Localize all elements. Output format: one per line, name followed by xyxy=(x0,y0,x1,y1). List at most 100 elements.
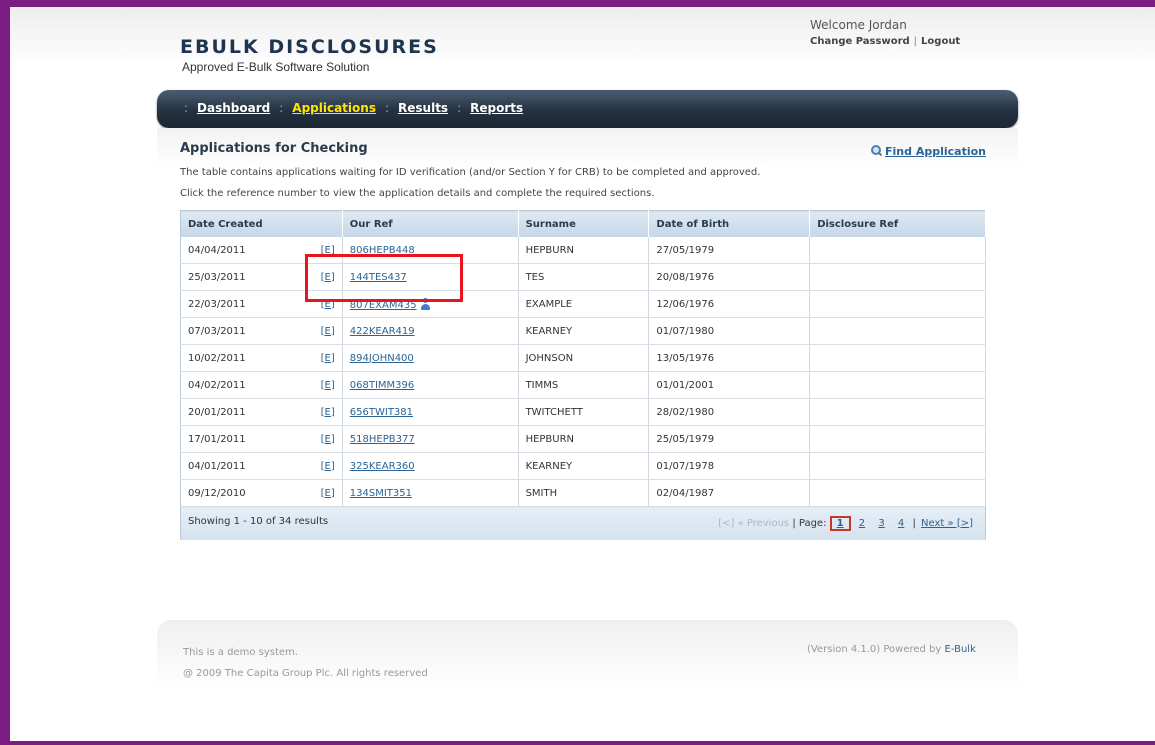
nav-applications[interactable]: Applications xyxy=(292,101,376,115)
edit-link[interactable]: [E] xyxy=(321,488,335,499)
date-created-cell: 10/02/2011 [E] xyxy=(180,344,343,372)
pagination: [<] « Previous | Page: 1 2 3 4 | Next » … xyxy=(718,515,973,531)
description-line-2: Click the reference number to view the a… xyxy=(180,188,655,199)
table-row: 09/12/2010 [E] 134SMIT351 SMITH 02/04/1987 xyxy=(180,479,986,507)
date-of-birth-cell: 13/05/1976 xyxy=(648,344,811,372)
col-our-ref[interactable]: Our Ref xyxy=(342,210,519,237)
surname-cell: EXAMPLE xyxy=(518,290,650,318)
page-title: Applications for Checking xyxy=(180,141,368,156)
table-row: 17/01/2011 [E] 518HEPB377 HEPBURN 25/05/1979 xyxy=(180,425,986,453)
copyright: @ 2009 The Capita Group Plc. All rights … xyxy=(183,668,428,679)
table-row: 04/02/2011 [E] 068TIMM396 TIMMS 01/01/2001 xyxy=(180,371,986,399)
disclosure-ref-cell xyxy=(809,425,986,453)
demo-notice: This is a demo system. xyxy=(183,647,298,658)
date-of-birth-cell: 02/04/1987 xyxy=(648,479,811,507)
edit-link[interactable]: [E] xyxy=(321,353,335,364)
page-1-current[interactable]: 1 xyxy=(829,515,851,531)
disclosure-ref-cell xyxy=(809,290,986,318)
surname-cell: SMITH xyxy=(518,479,650,507)
disclosure-ref-cell xyxy=(809,263,986,291)
page-2-link[interactable]: 2 xyxy=(859,518,865,529)
highlight-annotation-box xyxy=(305,254,463,302)
col-date-created[interactable]: Date Created xyxy=(180,210,343,237)
surname-cell: KEARNEY xyxy=(518,452,650,480)
our-ref-cell: 325KEAR360 xyxy=(342,452,519,480)
next-link[interactable]: Next » [>] xyxy=(921,518,973,529)
date-of-birth-cell: 01/01/2001 xyxy=(648,371,811,399)
account-links: Change Password | Logout xyxy=(810,36,961,47)
nav-dashboard[interactable]: Dashboard xyxy=(197,101,270,115)
applications-table: Date Created Our Ref Surname Date of Bir… xyxy=(180,210,986,540)
page-4-link[interactable]: 4 xyxy=(898,518,904,529)
disclosure-ref-cell xyxy=(809,398,986,426)
ebulk-link[interactable]: E-Bulk xyxy=(945,644,976,655)
date-of-birth-cell: 27/05/1979 xyxy=(648,237,811,264)
date-of-birth-cell: 20/08/1976 xyxy=(648,263,811,291)
surname-cell: TWITCHETT xyxy=(518,398,650,426)
edit-link[interactable]: [E] xyxy=(321,407,335,418)
disclosure-ref-cell xyxy=(809,344,986,372)
disclosure-ref-cell xyxy=(809,237,986,264)
nav-reports[interactable]: Reports xyxy=(470,101,523,115)
magnifier-icon xyxy=(870,145,882,157)
reference-link[interactable]: 422KEAR419 xyxy=(350,326,415,337)
description-line-1: The table contains applications waiting … xyxy=(180,167,761,178)
find-application-link[interactable]: Find Application xyxy=(870,145,986,158)
previous-link: [<] « Previous xyxy=(718,517,790,529)
welcome-text: Welcome Jordan xyxy=(810,18,907,32)
reference-link[interactable]: 894JOHN400 xyxy=(350,353,414,364)
page-3-link[interactable]: 3 xyxy=(878,518,884,529)
date-of-birth-cell: 28/02/1980 xyxy=(648,398,811,426)
results-count: Showing 1 - 10 of 34 results xyxy=(188,515,329,527)
date-of-birth-cell: 01/07/1978 xyxy=(648,452,811,480)
date-created-cell: 07/03/2011 [E] xyxy=(180,317,343,345)
disclosure-ref-cell xyxy=(809,371,986,399)
disclosure-ref-cell xyxy=(809,452,986,480)
date-created-value: 04/02/2011 xyxy=(188,379,246,391)
logout-link[interactable]: Logout xyxy=(921,36,960,47)
reference-link[interactable]: 134SMIT351 xyxy=(350,488,412,499)
our-ref-cell: 068TIMM396 xyxy=(342,371,519,399)
change-password-link[interactable]: Change Password xyxy=(810,36,910,47)
edit-link[interactable]: [E] xyxy=(321,434,335,445)
date-created-value: 04/04/2011 xyxy=(188,244,246,256)
table-header-row: Date Created Our Ref Surname Date of Bir… xyxy=(180,210,986,237)
reference-link[interactable]: 518HEPB377 xyxy=(350,434,415,445)
col-disclosure-ref[interactable]: Disclosure Ref xyxy=(809,210,986,237)
our-ref-cell: 894JOHN400 xyxy=(342,344,519,372)
date-created-cell: 04/01/2011 [E] xyxy=(180,452,343,480)
edit-link[interactable]: [E] xyxy=(321,461,335,472)
our-ref-cell: 518HEPB377 xyxy=(342,425,519,453)
table-row: 25/03/2011 [E] 144TES437 TES 20/08/1976 xyxy=(180,263,986,291)
date-of-birth-cell: 25/05/1979 xyxy=(648,425,811,453)
edit-link[interactable]: [E] xyxy=(321,326,335,337)
reference-link[interactable]: 068TIMM396 xyxy=(350,380,415,391)
logo-subtitle: Approved E-Bulk Software Solution xyxy=(182,60,370,74)
surname-cell: TES xyxy=(518,263,650,291)
date-of-birth-cell: 12/06/1976 xyxy=(648,290,811,318)
reference-link[interactable]: 325KEAR360 xyxy=(350,461,415,472)
surname-cell: KEARNEY xyxy=(518,317,650,345)
table-row: 07/03/2011 [E] 422KEAR419 KEARNEY 01/07/1980 xyxy=(180,317,986,345)
date-created-value: 09/12/2010 xyxy=(188,487,246,499)
surname-cell: JOHNSON xyxy=(518,344,650,372)
find-application-label: Find Application xyxy=(885,145,986,158)
date-created-cell: 04/02/2011 [E] xyxy=(180,371,343,399)
nav-results[interactable]: Results xyxy=(398,101,448,115)
date-created-value: 25/03/2011 xyxy=(188,271,246,283)
table-row: 22/03/2011 [E] 807EXAM435 EXAMPLE 12/06/1976 xyxy=(180,290,986,318)
date-created-value: 07/03/2011 xyxy=(188,325,246,337)
window-frame-left xyxy=(0,0,10,745)
logo-title: EBULK DISCLOSURES xyxy=(180,36,439,58)
table-row: 10/02/2011 [E] 894JOHN400 JOHNSON 13/05/1976 xyxy=(180,344,986,372)
edit-link[interactable]: [E] xyxy=(321,380,335,391)
reference-link[interactable]: 656TWIT381 xyxy=(350,407,413,418)
our-ref-cell: 422KEAR419 xyxy=(342,317,519,345)
col-surname[interactable]: Surname xyxy=(518,210,650,237)
col-date-of-birth[interactable]: Date of Birth xyxy=(648,210,811,237)
date-created-value: 22/03/2011 xyxy=(188,298,246,310)
main-nav: : Dashboard: Applications: Results: Reports xyxy=(157,90,1018,128)
table-row: 04/04/2011 [E] 806HEPB448 HEPBURN 27/05/1979 xyxy=(180,237,986,264)
our-ref-cell: 134SMIT351 xyxy=(342,479,519,507)
date-created-cell: 09/12/2010 [E] xyxy=(180,479,343,507)
